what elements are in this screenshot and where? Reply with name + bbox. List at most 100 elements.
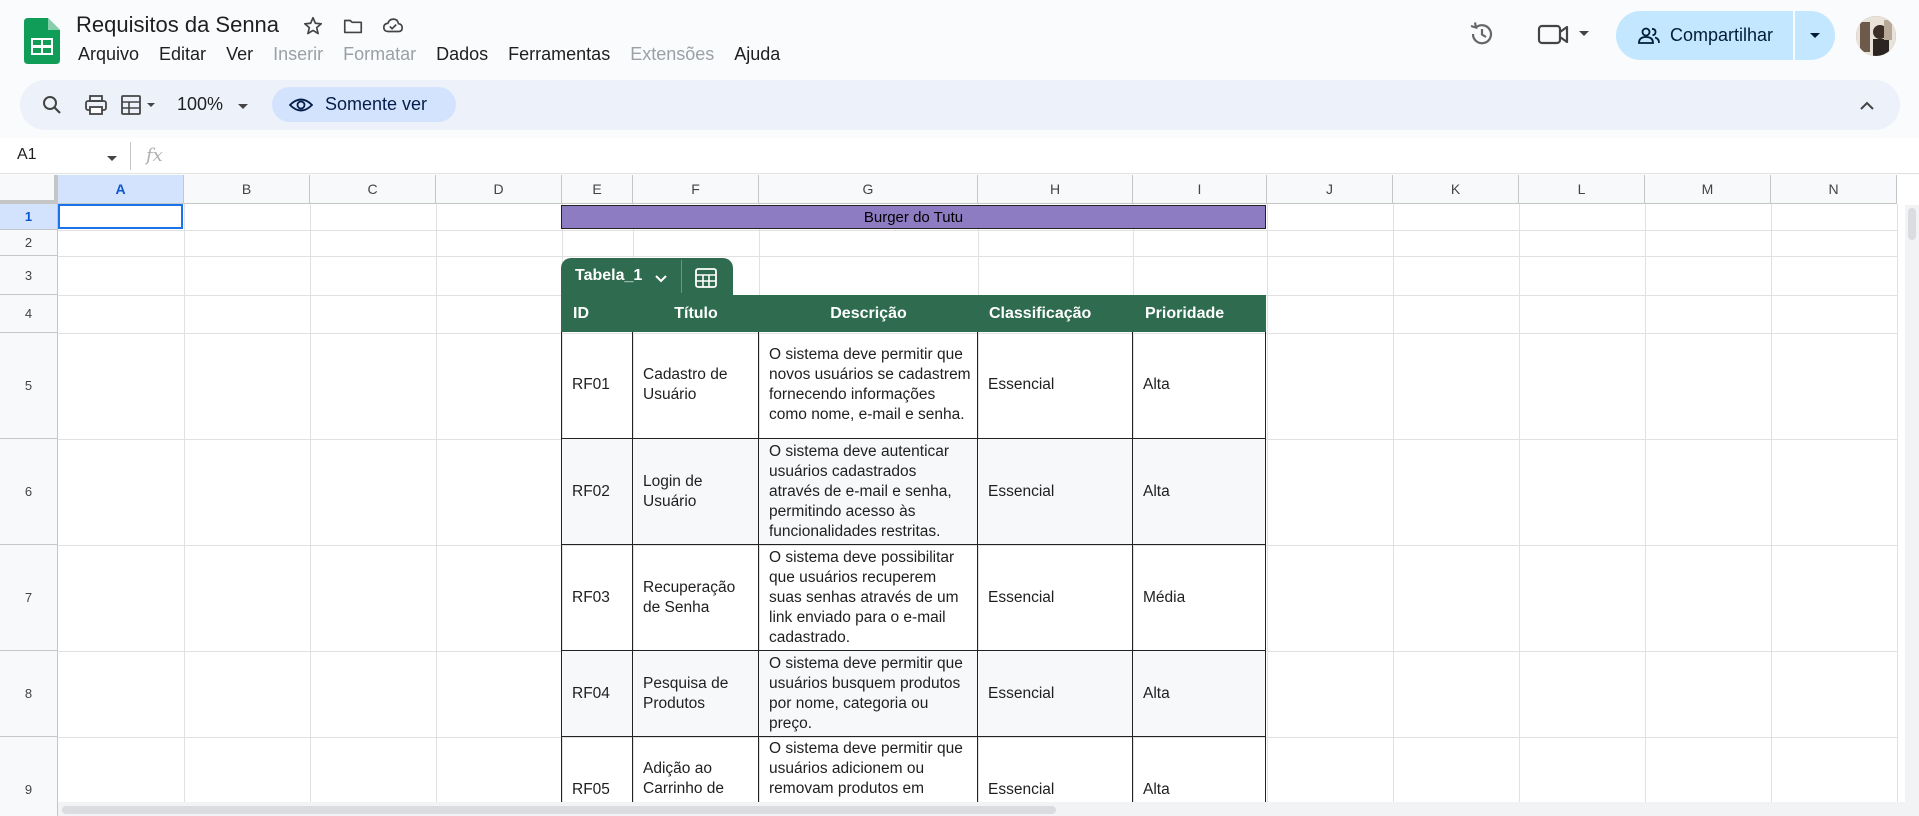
name-box-separator (130, 142, 131, 170)
table-cell-descricao[interactable]: O sistema deve possibilitar que usuários… (759, 545, 978, 651)
table-tab-separator (681, 260, 682, 293)
column-header-c[interactable]: C (310, 175, 436, 204)
title-banner[interactable]: Burger do Tutu (561, 205, 1266, 229)
column-header-f[interactable]: F (633, 175, 759, 204)
table-cell-classificacao[interactable]: Essencial (978, 545, 1133, 651)
row-header-9[interactable]: 9 (0, 737, 58, 816)
table-cell-prioridade[interactable]: Alta (1133, 651, 1266, 737)
row-header-1[interactable]: 1 (0, 204, 58, 230)
row-header-3[interactable]: 3 (0, 256, 58, 295)
people-icon (1638, 27, 1660, 44)
table-name[interactable]: Tabela_1 (575, 267, 642, 285)
formula-input[interactable] (180, 146, 1880, 168)
table-header-descricao[interactable]: Descrição (759, 295, 978, 332)
format-painter-icon[interactable] (120, 91, 166, 119)
column-header-g[interactable]: G (759, 175, 978, 204)
column-header-m[interactable]: M (1645, 175, 1771, 204)
sheets-logo-icon[interactable] (24, 18, 60, 64)
table-cell-classificacao[interactable]: Essencial (978, 439, 1133, 545)
row-header-7[interactable]: 7 (0, 545, 58, 651)
gridline (1897, 204, 1898, 816)
fx-icon: fx (146, 145, 163, 166)
column-header-b[interactable]: B (184, 175, 310, 204)
zoom-caret-down-icon[interactable] (237, 98, 249, 116)
table-chevron-down-icon[interactable] (654, 271, 668, 289)
eye-icon (289, 98, 313, 111)
cloud-status-icon[interactable] (381, 14, 405, 38)
column-header-n[interactable]: N (1771, 175, 1897, 204)
row-header-4[interactable]: 4 (0, 295, 58, 333)
menu-ferramentas[interactable]: Ferramentas (498, 42, 620, 67)
spreadsheet-grid: A B C D E F G H I J K L M N 1 2 3 4 5 6 … (0, 175, 1919, 816)
share-label: Compartilhar (1670, 25, 1774, 45)
menu-arquivo[interactable]: Arquivo (68, 42, 149, 67)
table-cell-descricao[interactable]: O sistema deve permitir que usuários bus… (759, 651, 978, 737)
column-header-e[interactable]: E (562, 175, 633, 204)
table-cell-titulo[interactable]: Login de Usuário (633, 439, 759, 545)
share-button[interactable]: Compartilhar (1616, 11, 1793, 60)
table-header-prioridade[interactable]: Prioridade (1133, 295, 1266, 332)
selected-cell-a1[interactable] (58, 204, 183, 229)
search-menus-icon[interactable] (38, 91, 66, 119)
table-header-id[interactable]: ID (561, 295, 633, 332)
view-only-label: Somente ver (325, 94, 428, 114)
menu-dados[interactable]: Dados (426, 42, 498, 67)
table-cell-id[interactable]: RF01 (561, 332, 633, 439)
menu-inserir[interactable]: Inserir (263, 42, 333, 67)
version-history-icon[interactable] (1466, 18, 1498, 50)
table-cell-descricao[interactable]: O sistema deve permitir que novos usuári… (759, 332, 978, 439)
star-icon[interactable] (301, 14, 325, 38)
table-cell-classificacao[interactable]: Essencial (978, 651, 1133, 737)
gridline (58, 230, 1897, 231)
view-only-button[interactable]: Somente ver (272, 87, 456, 122)
row-header-8[interactable]: 8 (0, 651, 58, 737)
table-menu-icon[interactable] (694, 266, 718, 290)
column-header-i[interactable]: I (1133, 175, 1267, 204)
column-header-h[interactable]: H (978, 175, 1133, 204)
name-box-caret-down-icon[interactable] (106, 150, 118, 168)
menu-formatar[interactable]: Formatar (333, 42, 426, 67)
row-header-5[interactable]: 5 (0, 333, 58, 439)
table-cell-prioridade[interactable]: Alta (1133, 332, 1266, 439)
move-folder-icon[interactable] (341, 14, 365, 38)
column-header-l[interactable]: L (1519, 175, 1645, 204)
collapse-toolbar-icon[interactable] (1853, 92, 1881, 120)
share-dropdown-button[interactable] (1795, 11, 1835, 60)
table-cell-prioridade[interactable]: Alta (1133, 439, 1266, 545)
name-box[interactable]: A1 (17, 146, 37, 164)
row-header-6[interactable]: 6 (0, 439, 58, 545)
row-header-2[interactable]: 2 (0, 230, 58, 256)
menu-ajuda[interactable]: Ajuda (724, 42, 790, 67)
table-cell-id[interactable]: RF04 (561, 651, 633, 737)
menu-bar: Arquivo Editar Ver Inserir Formatar Dado… (68, 42, 790, 67)
caret-down-icon (1810, 32, 1820, 38)
vertical-scrollbar-thumb[interactable] (1908, 208, 1916, 240)
table-cell-descricao[interactable]: O sistema deve autenticar usuários cadas… (759, 439, 978, 545)
table-cell-classificacao[interactable]: Essencial (978, 332, 1133, 439)
table-cell-id[interactable]: RF02 (561, 439, 633, 545)
table-cell-titulo[interactable]: Recuperação de Senha (633, 545, 759, 651)
app-header: Requisitos da Senna Arquivo Editar Ver I… (0, 0, 1919, 76)
table-cell-titulo[interactable]: Cadastro de Usuário (633, 332, 759, 439)
select-all-corner[interactable] (0, 175, 58, 204)
vertical-scrollbar[interactable] (1905, 205, 1919, 816)
table-header-classificacao[interactable]: Classificação (978, 295, 1133, 332)
column-header-a[interactable]: A (58, 175, 184, 204)
zoom-level[interactable]: 100% (177, 94, 223, 115)
menu-editar[interactable]: Editar (149, 42, 216, 67)
horizontal-scrollbar-thumb[interactable] (62, 806, 1056, 814)
table-cell-prioridade[interactable]: Média (1133, 545, 1266, 651)
document-title[interactable]: Requisitos da Senna (76, 12, 279, 38)
avatar[interactable] (1856, 16, 1896, 56)
gridline (58, 256, 1897, 257)
menu-ver[interactable]: Ver (216, 42, 263, 67)
meet-icon[interactable] (1536, 18, 1596, 50)
column-header-j[interactable]: J (1267, 175, 1393, 204)
menu-extensoes[interactable]: Extensões (620, 42, 724, 67)
table-cell-id[interactable]: RF03 (561, 545, 633, 651)
table-cell-titulo[interactable]: Pesquisa de Produtos (633, 651, 759, 737)
table-header-titulo[interactable]: Título (633, 295, 759, 332)
column-header-d[interactable]: D (436, 175, 562, 204)
print-icon[interactable] (82, 91, 110, 119)
column-header-k[interactable]: K (1393, 175, 1519, 204)
